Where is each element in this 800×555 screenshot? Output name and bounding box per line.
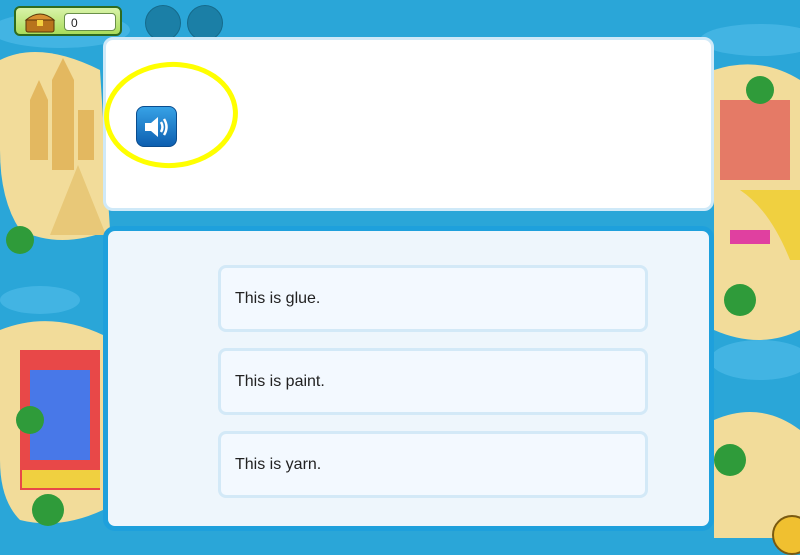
treasure-chest-icon	[24, 13, 56, 33]
coin-count: 0	[64, 13, 116, 31]
coin-counter: 0	[14, 6, 122, 36]
answer-option-1[interactable]: This is glue.	[218, 265, 648, 332]
answer-option-3[interactable]: This is yarn.	[218, 431, 648, 498]
hud-slot-2[interactable]	[187, 5, 223, 41]
hud-slot-1[interactable]	[145, 5, 181, 41]
music-toggle-button[interactable]	[772, 515, 800, 555]
answer-option-2[interactable]: This is paint.	[218, 348, 648, 415]
